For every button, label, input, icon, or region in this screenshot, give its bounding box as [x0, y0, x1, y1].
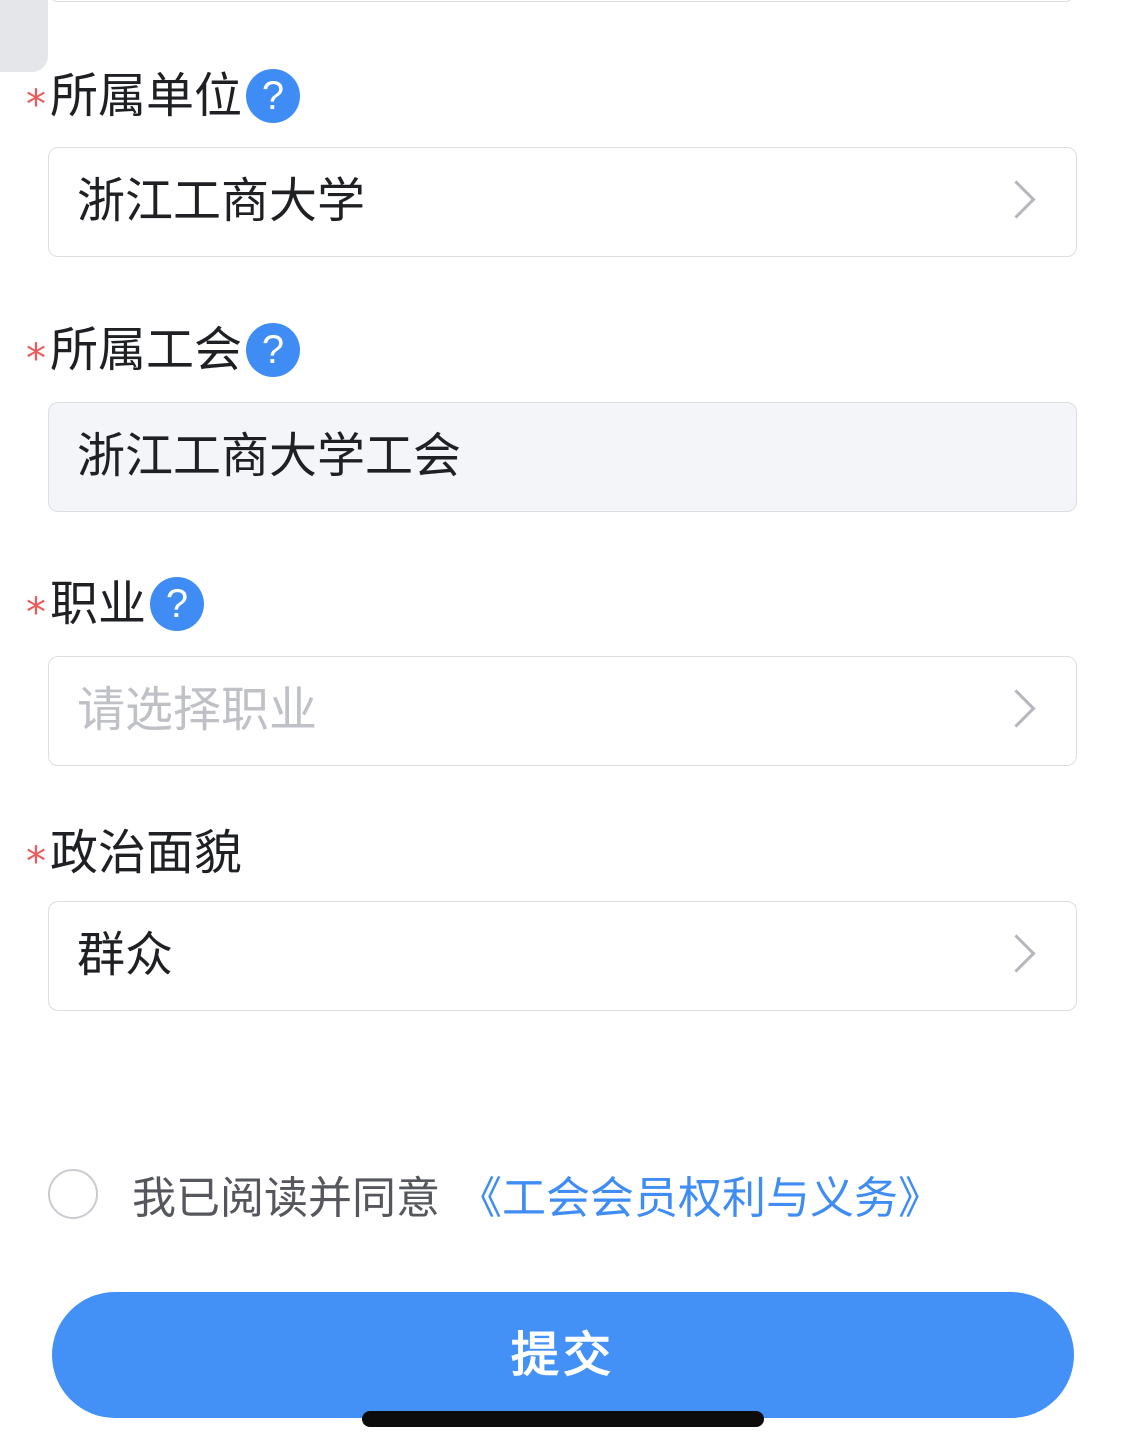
- occupation-label-row: * 职业 ?: [26, 574, 205, 636]
- help-icon[interactable]: ?: [150, 577, 205, 631]
- previous-section-edge: [0, 0, 48, 72]
- previous-field-box[interactable]: [48, 0, 1075, 2]
- required-marker: *: [26, 590, 46, 636]
- union-field: 浙江工商大学工会: [48, 402, 1077, 512]
- union-label: 所属工会: [50, 322, 243, 378]
- political-status-value: 群众: [77, 927, 174, 983]
- political-status-select[interactable]: 群众: [48, 901, 1077, 1011]
- unit-label: 所属单位: [50, 68, 243, 124]
- unit-value: 浙江工商大学: [77, 173, 366, 229]
- agreement-text: 我已阅读并同意: [132, 1173, 440, 1224]
- chevron-right-icon: [997, 934, 1036, 973]
- union-value: 浙江工商大学工会: [77, 428, 462, 484]
- occupation-placeholder: 请选择职业: [77, 682, 318, 738]
- chevron-right-icon: [997, 180, 1036, 219]
- union-label-row: * 所属工会 ?: [26, 320, 301, 382]
- occupation-label: 职业: [50, 576, 147, 632]
- required-marker: *: [26, 82, 46, 128]
- political-status-label-row: * 政治面貌: [26, 823, 242, 883]
- help-icon[interactable]: ?: [246, 69, 301, 123]
- agreement-row: 我已阅读并同意 《工会会员权利与义务》: [48, 1166, 942, 1224]
- unit-label-row: * 所属单位 ?: [26, 66, 301, 128]
- help-icon[interactable]: ?: [246, 323, 301, 377]
- required-marker: *: [26, 336, 46, 382]
- unit-select[interactable]: 浙江工商大学: [48, 147, 1077, 257]
- political-status-label: 政治面貌: [50, 825, 243, 881]
- occupation-select[interactable]: 请选择职业: [48, 656, 1077, 766]
- home-indicator: [362, 1411, 764, 1427]
- agreement-radio[interactable]: [48, 1169, 98, 1219]
- member-form-page: * 所属单位 ? 浙江工商大学 * 所属工会 ? 浙江工商大学工会 * 职业 ?…: [0, 0, 1125, 1451]
- agreement-link[interactable]: 《工会会员权利与义务》: [458, 1162, 942, 1226]
- submit-button[interactable]: 提交: [52, 1292, 1074, 1418]
- chevron-right-icon: [997, 689, 1036, 728]
- required-marker: *: [26, 839, 46, 885]
